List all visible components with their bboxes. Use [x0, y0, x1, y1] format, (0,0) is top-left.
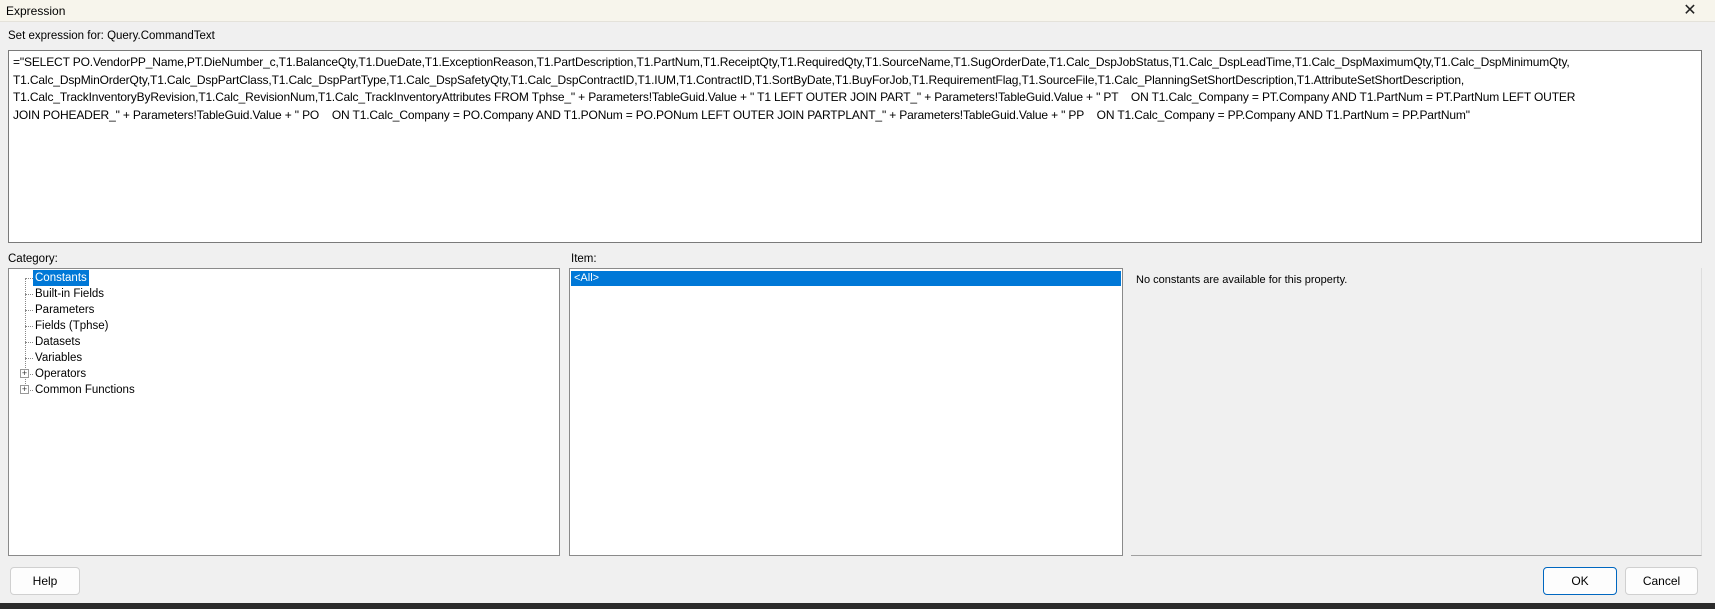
expression-line: JOIN POHEADER_" + Parameters!TableGuid.V…	[13, 107, 1470, 122]
description-text: No constants are available for this prop…	[1136, 274, 1348, 286]
expression-line: T1.Calc_TrackInventoryByRevision,T1.Calc…	[13, 90, 1576, 104]
tree-item-operators[interactable]: Operators	[33, 366, 88, 382]
tree-item-built-in-fields[interactable]: Built-in Fields	[33, 286, 106, 302]
expression-line: ="SELECT PO.VendorPP_Name,PT.DieNumber_c…	[13, 55, 1570, 69]
expand-plus-icon[interactable]: +	[20, 385, 29, 394]
tree-item-fields[interactable]: Fields (Tphse)	[33, 318, 111, 334]
tree-item-parameters[interactable]: Parameters	[33, 302, 96, 318]
category-tree[interactable]: Constants Built-in Fields Parameters Fie…	[8, 268, 560, 556]
list-item-all[interactable]: <All>	[571, 271, 1121, 286]
tree-item-common-functions[interactable]: Common Functions	[33, 382, 137, 398]
expression-line: T1.Calc_DspMinOrderQty,T1.Calc_DspPartCl…	[13, 72, 1465, 87]
tree-connector	[25, 342, 33, 343]
tree-item-variables[interactable]: Variables	[33, 350, 84, 366]
tree-connector	[25, 294, 33, 295]
help-button[interactable]: Help	[10, 567, 80, 595]
close-icon[interactable]: ✕	[1675, 0, 1705, 22]
description-panel: No constants are available for this prop…	[1131, 268, 1702, 556]
expression-editor[interactable]: ="SELECT PO.VendorPP_Name,PT.DieNumber_c…	[8, 50, 1702, 243]
title-bar: Expression ✕	[0, 0, 1715, 22]
background-strip	[0, 603, 1715, 609]
expand-plus-icon[interactable]: +	[20, 369, 29, 378]
tree-item-constants[interactable]: Constants	[33, 270, 89, 286]
tree-connector	[25, 358, 33, 359]
tree-item-datasets[interactable]: Datasets	[33, 334, 82, 350]
cancel-button[interactable]: Cancel	[1625, 567, 1698, 595]
tree-connector	[25, 310, 33, 311]
item-list[interactable]: <All>	[569, 268, 1123, 556]
expression-label: Set expression for: Query.CommandText	[8, 30, 215, 42]
window-title: Expression	[6, 4, 66, 18]
tree-connector	[25, 326, 33, 327]
item-label: Item:	[571, 253, 597, 265]
tree-connector	[25, 278, 33, 279]
category-label: Category:	[8, 253, 58, 265]
ok-button[interactable]: OK	[1543, 567, 1617, 595]
